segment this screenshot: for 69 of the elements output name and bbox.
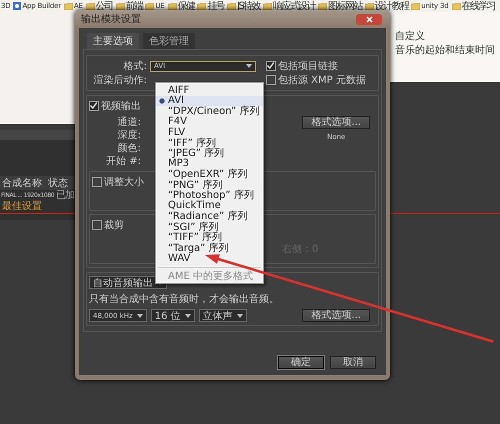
menu-item[interactable]: “SGI” 序列 [156, 222, 263, 232]
caret-icon [246, 64, 252, 68]
close-icon [366, 16, 372, 22]
page-text: 音乐的起始和结束时间 [395, 44, 496, 58]
bookmark-link[interactable]: 保健 [178, 0, 194, 12]
bookmark-link[interactable]: 前端 [126, 0, 142, 12]
menu-item[interactable]: FLV [156, 127, 263, 138]
menu-item[interactable]: AIFF [156, 85, 263, 96]
bullet-icon [159, 98, 165, 104]
bookmark-link[interactable]: 设计教程 [374, 0, 408, 12]
caret-icon [136, 314, 143, 318]
audio-dropdown[interactable]: 立体声 [198, 309, 247, 322]
menu-item[interactable]: “PNG” 序列 [156, 180, 263, 190]
dialog-button[interactable]: 确定 [278, 356, 324, 369]
field-label: 开始 #: [105, 155, 141, 168]
audio-note: 只有当合成中含有音频时，才会输出音频。 [89, 292, 279, 306]
table-cell: 已加 [56, 190, 74, 201]
tab[interactable]: 色彩管理 [143, 33, 195, 49]
menu-item[interactable]: AVI [156, 96, 263, 106]
checkbox[interactable] [266, 61, 276, 71]
caret-icon [184, 314, 191, 318]
format-options-button[interactable]: 格式选项... [302, 309, 370, 322]
checkbox[interactable] [89, 101, 99, 111]
page-text: 自定义 [395, 30, 426, 44]
folder-icon [64, 2, 73, 10]
close-button[interactable] [356, 14, 382, 24]
checkbox-label: 视频输出 [101, 100, 141, 113]
checkbox-label: 包括项目链接 [278, 60, 338, 73]
field-label: 格式: [122, 60, 147, 73]
format-options-button[interactable]: 格式选项... [302, 116, 370, 129]
menu-item[interactable]: “Radiance” 序列 [156, 211, 263, 222]
checkbox[interactable] [92, 177, 102, 187]
bookmark-link[interactable]: 响应式设计 [273, 0, 316, 12]
menu-item[interactable]: “OpenEXR” 序列 [156, 169, 263, 180]
window-title: 输出模块设置 [81, 12, 141, 26]
field-label: 渲染后动作: [92, 74, 147, 87]
menu-item[interactable]: F4V [156, 116, 263, 127]
menu-item[interactable]: “Photoshop” 序列 [156, 190, 263, 200]
menu-item[interactable]: “DPX/Cineon” 序列 [156, 106, 263, 116]
bookmark-link[interactable]: 图标网站 [328, 0, 362, 12]
checkbox-label: 裁剪 [104, 218, 124, 232]
menu-item[interactable]: “TIFF” 序列 [156, 232, 263, 242]
settings-link[interactable]: 最佳设置 [0, 201, 78, 212]
folder-icon [411, 2, 420, 10]
menu-item[interactable]: WAV [156, 253, 263, 264]
menu-item[interactable]: QuickTime [156, 200, 263, 211]
menu-item[interactable]: MP3 [156, 158, 263, 169]
field-label: 通道: [116, 116, 141, 129]
checkbox-label: 调整大小 [104, 176, 144, 189]
column-header: 合成名称 [2, 176, 42, 190]
checkbox[interactable] [266, 75, 276, 85]
checkbox-label: 包括源 XMP 元数据 [278, 74, 366, 87]
bookmark-link[interactable]: 在线学习 [462, 0, 496, 12]
menu-item[interactable]: “Targa” 序列 [156, 242, 263, 253]
audio-dropdown[interactable]: 16 位 [150, 309, 195, 322]
audio-mode-dropdown[interactable]: 自动音频输出 [89, 276, 167, 289]
caret-icon [236, 314, 243, 318]
bookmark-link[interactable]: 公司 [96, 0, 113, 12]
dialog-button[interactable]: 取消 [330, 356, 376, 369]
bookmark-link[interactable]: 挂号 [207, 0, 224, 12]
menu-item[interactable]: “IFF” 序列 [156, 138, 263, 148]
checkbox[interactable] [92, 220, 102, 230]
column-header: 状态 [48, 176, 68, 190]
field-label: 颜色: [116, 142, 141, 155]
field-label: 深度: [116, 129, 141, 142]
menu-item[interactable]: “JPEG” 序列 [156, 148, 263, 158]
tab[interactable]: 主要选项 [87, 33, 139, 49]
folder-icon [452, 2, 461, 10]
app-icon [13, 2, 22, 10]
